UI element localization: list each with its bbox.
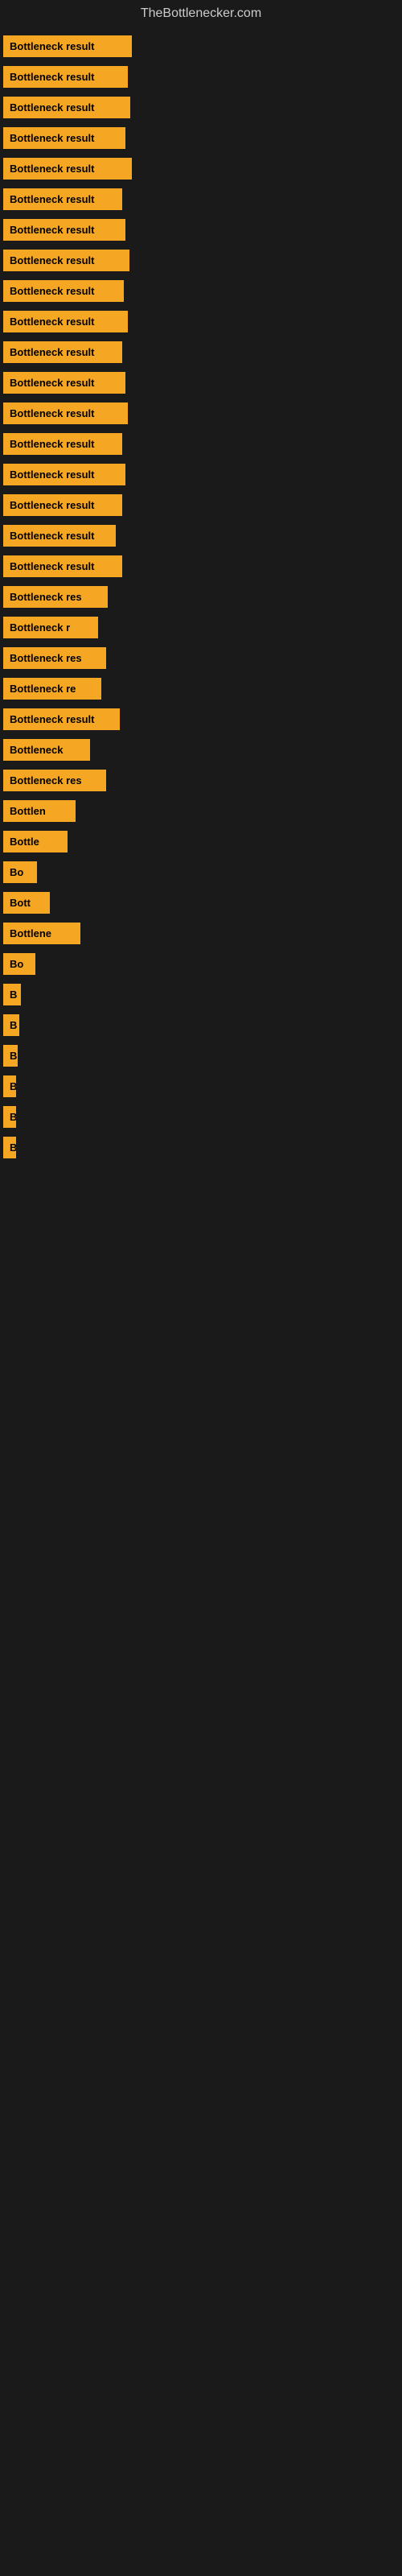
list-item: B	[3, 1137, 399, 1162]
list-item: B	[3, 1075, 399, 1101]
list-item: Bo	[3, 861, 399, 887]
bottleneck-result-label: Bo	[3, 953, 35, 975]
bottleneck-result-label: Bottleneck res	[3, 770, 106, 791]
bottleneck-result-label: B	[3, 1106, 16, 1128]
bottleneck-result-label: Bottleneck result	[3, 555, 122, 577]
list-item: Bottleneck re	[3, 678, 399, 704]
bottleneck-result-label: Bottleneck result	[3, 280, 124, 302]
bottleneck-result-label: Bottlen	[3, 800, 76, 822]
list-item: Bottlene	[3, 923, 399, 948]
list-item: Bottleneck result	[3, 97, 399, 122]
list-item: Bottleneck result	[3, 35, 399, 61]
list-item: Bottleneck result	[3, 158, 399, 184]
bottleneck-result-label: Bottleneck re	[3, 678, 101, 700]
bottleneck-result-label: Bottleneck result	[3, 97, 130, 118]
bottleneck-result-label: Bottleneck result	[3, 525, 116, 547]
bottleneck-result-label: B	[3, 1137, 16, 1158]
list-item: Bottleneck result	[3, 525, 399, 551]
bottleneck-result-label: Bottleneck result	[3, 402, 128, 424]
bottleneck-result-label: B	[3, 1014, 19, 1036]
list-item: Bottle	[3, 831, 399, 857]
bottleneck-result-label: Bottlene	[3, 923, 80, 944]
list-item: Bo	[3, 953, 399, 979]
bottleneck-result-label: Bottleneck result	[3, 250, 129, 271]
list-item: Bottleneck result	[3, 219, 399, 245]
items-container: Bottleneck result Bottleneck result Bottle…	[0, 27, 402, 1170]
list-item: Bottleneck result	[3, 250, 399, 275]
bottleneck-result-label: Bottleneck result	[3, 158, 132, 180]
list-item: Bottleneck result	[3, 188, 399, 214]
list-item: Bottlen	[3, 800, 399, 826]
bottleneck-result-label: Bottleneck result	[3, 372, 125, 394]
list-item: Bottleneck result	[3, 280, 399, 306]
bottleneck-result-label: Bo	[3, 861, 37, 883]
list-item: Bottleneck result	[3, 464, 399, 489]
list-item: Bottleneck result	[3, 66, 399, 92]
bottleneck-result-label: Bottleneck result	[3, 66, 128, 88]
bottleneck-result-label: B	[3, 984, 21, 1005]
bottleneck-result-label: Bottleneck result	[3, 341, 122, 363]
bottleneck-result-label: Bottleneck result	[3, 464, 125, 485]
list-item: Bottleneck r	[3, 617, 399, 642]
bottleneck-result-label: Bottleneck result	[3, 35, 132, 57]
bottleneck-result-label: Bottleneck result	[3, 219, 125, 241]
bottleneck-result-label: Bottle	[3, 831, 68, 852]
bottleneck-result-label: Bottleneck result	[3, 708, 120, 730]
bottleneck-result-label: Bott	[3, 892, 50, 914]
list-item: B	[3, 1106, 399, 1132]
list-item: B	[3, 984, 399, 1009]
list-item: Bottleneck result	[3, 555, 399, 581]
list-item: Bott	[3, 892, 399, 918]
list-item: B	[3, 1014, 399, 1040]
bottleneck-result-label: Bottleneck result	[3, 188, 122, 210]
bottleneck-result-label: Bottleneck result	[3, 433, 122, 455]
list-item: Bottleneck result	[3, 372, 399, 398]
bottleneck-result-label: Bottleneck result	[3, 494, 122, 516]
bottleneck-result-label: B	[3, 1075, 16, 1097]
bottleneck-result-label: Bottleneck res	[3, 586, 108, 608]
list-item: Bottleneck	[3, 739, 399, 765]
list-item: Bottleneck res	[3, 586, 399, 612]
list-item: Bottleneck result	[3, 402, 399, 428]
bottleneck-result-label: Bottleneck result	[3, 311, 128, 332]
list-item: Bottleneck result	[3, 494, 399, 520]
list-item: Bottleneck res	[3, 770, 399, 795]
bottleneck-result-label: B	[3, 1045, 18, 1067]
site-title: TheBottlenecker.com	[0, 0, 402, 27]
bottleneck-result-label: Bottleneck res	[3, 647, 106, 669]
bottleneck-result-label: Bottleneck result	[3, 127, 125, 149]
bottleneck-result-label: Bottleneck r	[3, 617, 98, 638]
list-item: Bottleneck result	[3, 311, 399, 336]
list-item: B	[3, 1045, 399, 1071]
list-item: Bottleneck result	[3, 341, 399, 367]
list-item: Bottleneck result	[3, 433, 399, 459]
list-item: Bottleneck res	[3, 647, 399, 673]
list-item: Bottleneck result	[3, 127, 399, 153]
bottleneck-result-label: Bottleneck	[3, 739, 90, 761]
list-item: Bottleneck result	[3, 708, 399, 734]
